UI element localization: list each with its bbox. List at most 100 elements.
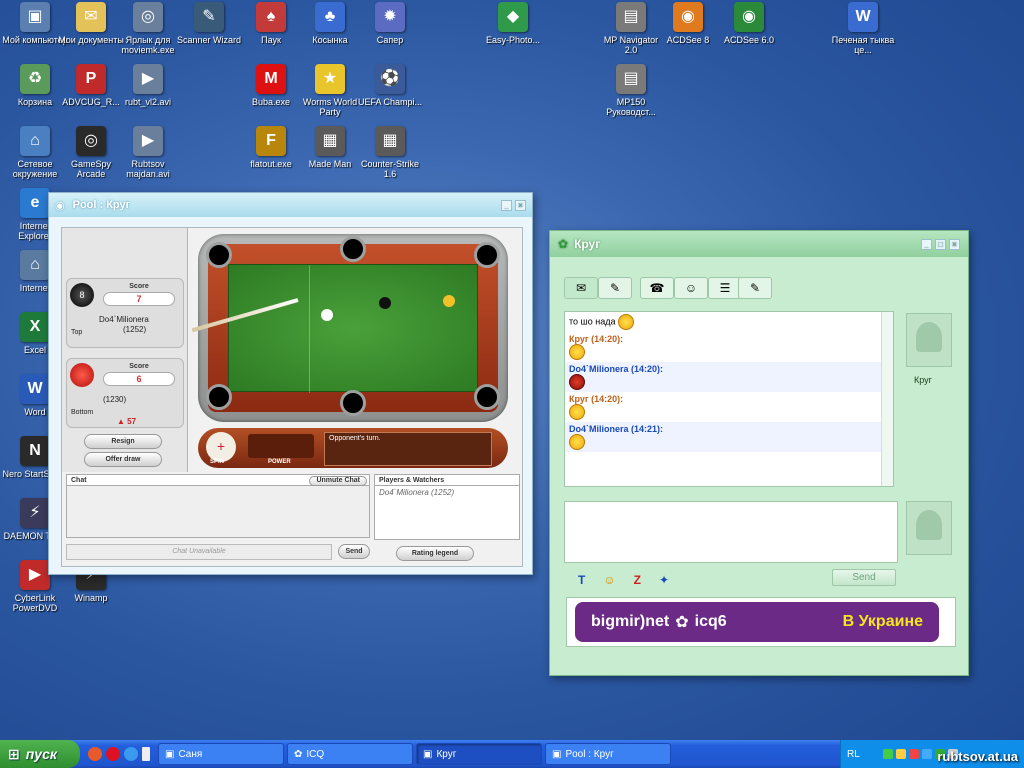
- info-tab-icon[interactable]: ✎: [738, 277, 772, 299]
- history-tab-icon[interactable]: ☰: [708, 277, 742, 299]
- start-button[interactable]: ⊞ пуск: [0, 740, 80, 768]
- tray-icon[interactable]: [882, 749, 893, 759]
- notes-tab-icon[interactable]: ✎: [598, 277, 632, 299]
- app-icon: ✹: [375, 2, 405, 32]
- windows-logo-icon: ⊞: [8, 745, 20, 762]
- message-sender: Do4`Milionera (14:20):: [569, 364, 664, 374]
- browser-icon[interactable]: [124, 747, 138, 761]
- phone-tab-icon[interactable]: ☎: [640, 277, 674, 299]
- media-icon[interactable]: [106, 747, 120, 761]
- expand-icon[interactable]: [142, 747, 150, 761]
- app-icon: W: [848, 2, 878, 32]
- app-icon: ▤: [616, 64, 646, 94]
- app-icon: ⚡: [20, 498, 50, 528]
- desktop-icon[interactable]: ✹ Сапер: [357, 2, 423, 45]
- buzz-icon[interactable]: Z: [634, 573, 641, 587]
- tray-icon[interactable]: [908, 749, 919, 759]
- app-icon: ♣: [315, 2, 345, 32]
- score-label: Score: [129, 283, 149, 290]
- banner-left: bigmir)net: [591, 613, 670, 630]
- history-scrollbar[interactable]: [881, 312, 893, 486]
- desktop-icon[interactable]: ★ Worms World Party: [297, 64, 363, 117]
- desktop-icon[interactable]: ▤ MP150 Руководст...: [598, 64, 664, 117]
- language-indicator[interactable]: RL: [847, 749, 860, 760]
- desktop-icon[interactable]: ▦ Made Man: [297, 126, 363, 169]
- desktop-icon[interactable]: ◎ Ярлык для moviemk.exe: [115, 2, 181, 55]
- app-icon: P: [76, 64, 106, 94]
- task-label: Саня: [178, 748, 203, 760]
- maximize-button[interactable]: □: [935, 238, 946, 250]
- desktop-icon[interactable]: ⚽ UEFA Champi...: [357, 64, 423, 107]
- message-input[interactable]: [564, 501, 898, 563]
- icq-chat-window[interactable]: ✿ Круг _ □ × ✉ ✎ ☎ ☺ ☰ ✎ то шо нада Круг…: [549, 230, 969, 676]
- chat-message: Круг (14:20):: [565, 392, 893, 422]
- pocket: [206, 384, 232, 410]
- rating-legend-button[interactable]: Rating legend: [396, 546, 474, 561]
- chat-panel: Chat Unmute Chat Chat Unavailable Send: [66, 474, 370, 562]
- taskbar-button[interactable]: ▣ Pool : Круг: [545, 743, 671, 765]
- spin-control[interactable]: +: [206, 432, 236, 462]
- desktop-icon[interactable]: ♣ Косынка: [297, 2, 363, 45]
- desktop-icon[interactable]: ▶ Rubtsov majdan.avi: [115, 126, 181, 179]
- watchers-header: Players & Watchers: [374, 474, 520, 486]
- chat-message: Круг (14:20):: [565, 332, 893, 362]
- chat-message: Do4`Milionera (14:20):: [565, 362, 893, 392]
- taskbar-button[interactable]: ▣ Круг: [416, 743, 542, 765]
- eight-ball-icon: 8: [70, 283, 94, 307]
- desktop-icon[interactable]: Fflatout.exe: [238, 126, 304, 169]
- desktop-icon[interactable]: ✎ Scanner Wizard: [176, 2, 242, 45]
- minimize-button[interactable]: _: [501, 199, 512, 211]
- taskbar-button[interactable]: ▣ Саня: [158, 743, 284, 765]
- chat-send-button[interactable]: Send: [338, 544, 370, 559]
- pool-game-area: 8 Score 7 Do4`Milionera (1252) Top Score…: [61, 227, 523, 567]
- pool-table[interactable]: [191, 234, 518, 426]
- desktop-icon-label: Made Man: [308, 159, 352, 169]
- taskbar-button[interactable]: ✿ ICQ: [287, 743, 413, 765]
- desktop-icon[interactable]: ▦ Counter-Strike 1.6: [357, 126, 423, 179]
- offer-draw-button[interactable]: Offer draw: [84, 452, 162, 467]
- unmute-chat-button[interactable]: Unmute Chat: [309, 476, 367, 486]
- app-icon: ◉: [734, 2, 764, 32]
- pool-window[interactable]: ◉ Pool : Круг _ × 8 Score 7 Do4`Milioner…: [48, 192, 533, 575]
- message-tab-icon[interactable]: ✉: [564, 277, 598, 299]
- app-icon: ▶: [20, 560, 50, 590]
- banner-flower-icon: ✿: [675, 614, 689, 631]
- chat-input[interactable]: Chat Unavailable: [66, 544, 332, 560]
- desktop-icon-label: ACDSee 6.0: [723, 35, 775, 45]
- task-icon: ▣: [165, 748, 175, 760]
- cue-ball[interactable]: [321, 309, 333, 321]
- text-format-icon[interactable]: T: [578, 573, 585, 587]
- close-button[interactable]: ×: [949, 238, 960, 250]
- app-icon: ⌂: [20, 250, 50, 280]
- quick-launch: [80, 747, 158, 761]
- desktop-icon[interactable]: W Печеная тыква це...: [830, 2, 896, 55]
- smiley-icon[interactable]: ☺: [603, 573, 615, 587]
- tray-icon[interactable]: [895, 749, 906, 759]
- icq-titlebar[interactable]: ✿ Круг _ □ ×: [550, 231, 968, 257]
- desktop-icon-label: Rubtsov majdan.avi: [126, 159, 170, 179]
- watcher-entry[interactable]: Do4`Milionera (1252): [379, 488, 454, 497]
- desktop-icon-label: Winamp: [74, 593, 108, 603]
- desktop-icon[interactable]: ◆ Easy-Photo...: [480, 2, 546, 45]
- bottom-player-rating: (1230): [103, 395, 127, 404]
- app-icon: ◎: [76, 126, 106, 156]
- desktop-icon[interactable]: ♠ Паук: [238, 2, 304, 45]
- tray-icon[interactable]: [921, 749, 932, 759]
- minimize-button[interactable]: _: [921, 238, 932, 250]
- ad-banner[interactable]: bigmir)net ✿ icq6 В Украине: [566, 597, 956, 647]
- opera-icon[interactable]: [88, 747, 102, 761]
- desktop-icon[interactable]: ◉ ACDSee 8: [655, 2, 721, 45]
- close-button[interactable]: ×: [515, 199, 526, 211]
- desktop-icon[interactable]: ▶ rubt_vl2.avi: [115, 64, 181, 107]
- power-meter[interactable]: [248, 434, 314, 458]
- desktop-icon[interactable]: M Buba.exe: [238, 64, 304, 107]
- banner-right: В Украине: [842, 613, 923, 630]
- pool-titlebar[interactable]: ◉ Pool : Круг _ ×: [49, 193, 532, 217]
- user-tab-icon[interactable]: ☺: [674, 277, 708, 299]
- gamepad-icon[interactable]: ✦: [659, 573, 669, 587]
- desktop-icon[interactable]: ◉ ACDSee 6.0: [716, 2, 782, 45]
- resign-button[interactable]: Resign: [84, 434, 162, 449]
- table-felt[interactable]: [228, 264, 478, 393]
- send-button[interactable]: Send: [832, 569, 896, 586]
- message-text: то шо нада: [569, 316, 618, 327]
